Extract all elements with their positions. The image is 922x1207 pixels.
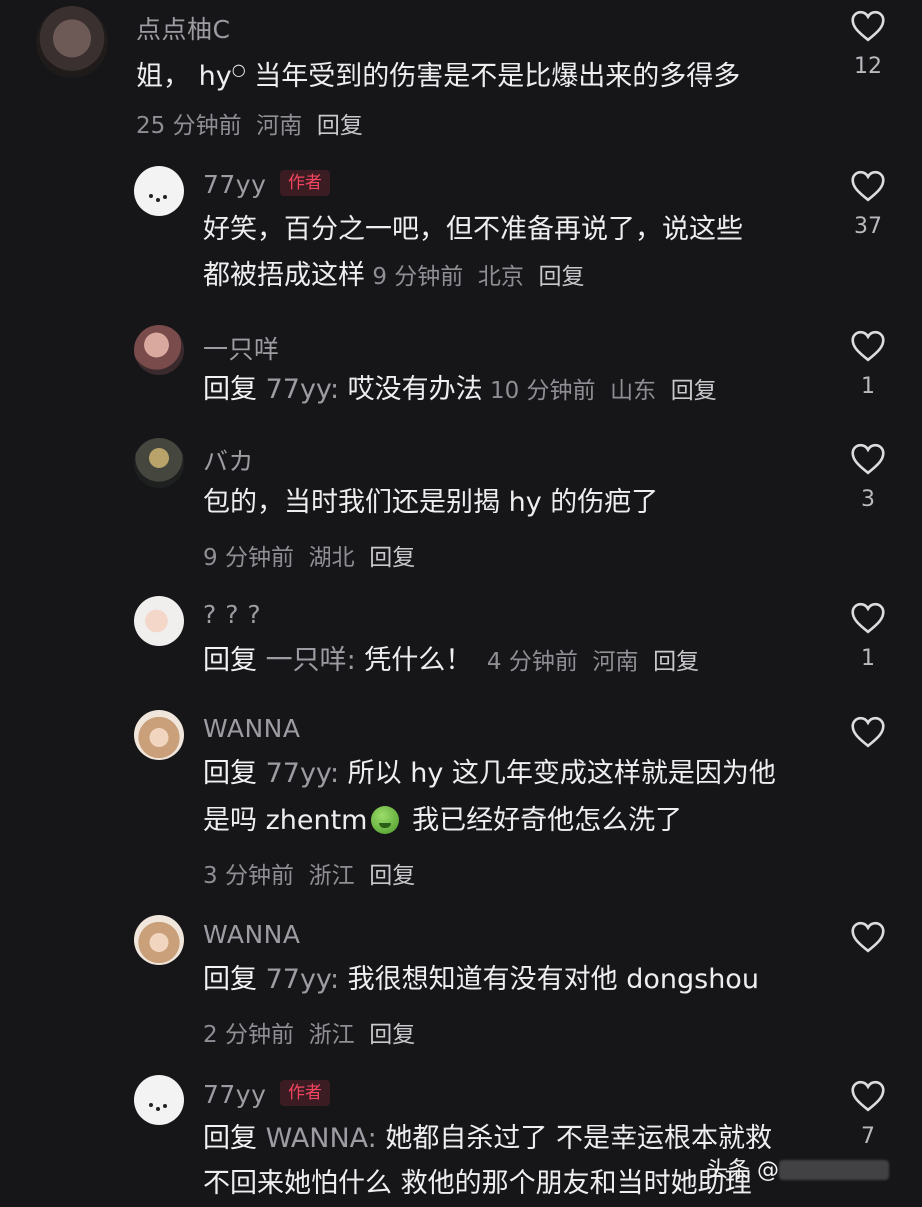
comment-text: 姐， hy○ 当年受到的伤害是不是比爆出来的多得多 xyxy=(136,60,741,92)
reply-button[interactable]: 回复 xyxy=(369,863,415,889)
reply-target[interactable]: 一只咩: xyxy=(266,645,356,676)
username[interactable]: 77yy xyxy=(203,170,266,199)
search-hint-icon[interactable]: ○ xyxy=(232,60,246,79)
reply-target[interactable]: 77yy: xyxy=(266,964,339,995)
reply-target[interactable]: WANNA: xyxy=(266,1123,377,1154)
avatar[interactable] xyxy=(36,6,108,78)
heart-outline-icon xyxy=(851,170,885,202)
reply-button[interactable]: 回复 xyxy=(539,264,585,290)
like-count: 12 xyxy=(854,54,882,79)
like-count: 7 xyxy=(861,1124,875,1149)
heart-outline-icon xyxy=(851,602,885,634)
comment-text: 回复 77yy: 所以 hy 这几年变成这样就是因为他 xyxy=(203,758,776,789)
heart-outline-icon xyxy=(851,716,885,748)
like-button[interactable] xyxy=(848,921,888,953)
avatar[interactable] xyxy=(134,915,184,965)
like-count: 3 xyxy=(861,487,875,512)
avatar[interactable] xyxy=(134,166,184,216)
like-count: 1 xyxy=(861,646,875,671)
nauseated-face-emoji xyxy=(371,806,400,834)
like-button[interactable] xyxy=(848,716,888,748)
avatar[interactable] xyxy=(134,596,184,646)
comment-text: 都被捂成这样 9 分钟前 北京 回复 xyxy=(203,260,585,291)
like-count: 37 xyxy=(854,214,882,239)
comment-text: 回复 77yy: 我很想知道有没有对他 dongshou xyxy=(203,964,759,995)
reply-button[interactable]: 回复 xyxy=(369,1022,415,1048)
heart-outline-icon xyxy=(851,1080,885,1112)
heart-outline-icon xyxy=(851,330,885,362)
avatar[interactable] xyxy=(134,710,184,760)
reply-target[interactable]: 77yy: xyxy=(266,758,339,789)
reply-target[interactable]: 77yy: xyxy=(266,374,339,405)
like-button[interactable]: 37 xyxy=(848,170,888,239)
like-button[interactable]: 12 xyxy=(848,10,888,79)
comment-meta: 25 分钟前 河南 回复 xyxy=(136,113,363,139)
comment-meta: 9 分钟前 湖北 回复 xyxy=(203,545,416,571)
comment-text: 包的，当时我们还是别揭 hy 的伤疤了 xyxy=(203,487,659,518)
avatar[interactable] xyxy=(134,1075,184,1125)
heart-outline-icon xyxy=(851,10,885,42)
comment-text: 回复 一只咩: 凭什么！ 4 分钟前 河南 回复 xyxy=(203,645,700,676)
reply-button[interactable]: 回复 xyxy=(317,113,363,139)
comment-text: 回复 77yy: 哎没有办法 10 分钟前 山东 回复 xyxy=(203,374,717,405)
watermark: 头条 @ xyxy=(706,1152,889,1184)
username[interactable]: バカ xyxy=(203,442,254,478)
reply-button[interactable]: 回复 xyxy=(671,378,717,404)
username[interactable]: ? ? ? xyxy=(203,600,261,629)
comment-text: 不回来她怕什么 救他的那个朋友和当时她助理 xyxy=(203,1168,752,1199)
username[interactable]: WANNA xyxy=(203,920,300,949)
like-button[interactable]: 3 xyxy=(848,443,888,512)
comment-text: 回复 WANNA: 她都自杀过了 不是幸运根本就救 xyxy=(203,1123,772,1154)
username[interactable]: 77yy xyxy=(203,1080,266,1109)
heart-outline-icon xyxy=(851,443,885,475)
comment-meta: 2 分钟前 浙江 回复 xyxy=(203,1022,416,1048)
like-button[interactable]: 1 xyxy=(848,602,888,671)
username[interactable]: 点点柚C xyxy=(136,10,230,46)
like-count: 1 xyxy=(861,374,875,399)
comment-text: 是吗 zhentm 我已经好奇他怎么洗了 xyxy=(203,805,683,836)
username[interactable]: WANNA xyxy=(203,714,300,743)
reply-button[interactable]: 回复 xyxy=(653,649,699,675)
heart-outline-icon xyxy=(851,921,885,953)
avatar[interactable] xyxy=(134,325,184,375)
avatar[interactable] xyxy=(134,438,184,488)
author-badge: 作者 xyxy=(280,170,330,196)
like-button[interactable]: 1 xyxy=(848,330,888,399)
username[interactable]: 一只咩 xyxy=(203,330,280,366)
reply-button[interactable]: 回复 xyxy=(369,545,415,571)
author-badge: 作者 xyxy=(280,1080,330,1106)
like-button[interactable]: 7 xyxy=(848,1080,888,1149)
blurred-handle xyxy=(779,1160,889,1180)
comment-text: 好笑，百分之一吧，但不准备再说了，说这些 xyxy=(203,214,743,245)
comment-meta: 3 分钟前 浙江 回复 xyxy=(203,863,416,889)
